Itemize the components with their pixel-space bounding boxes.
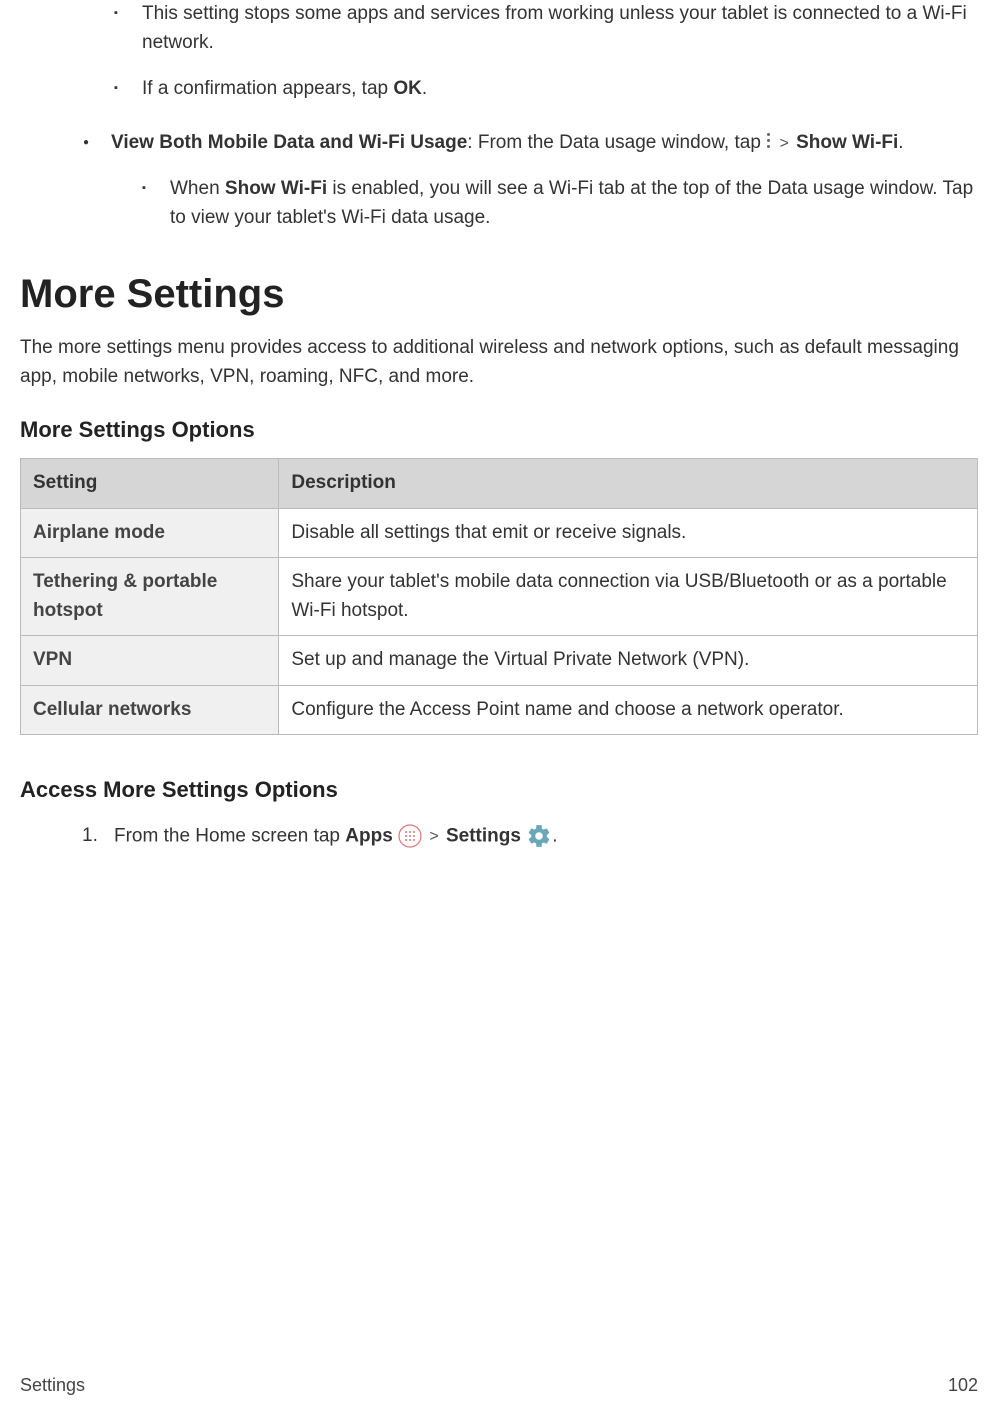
step-item: 1. From the Home screen tap Apps > Setti…: [82, 822, 978, 851]
show-wifi-bold: Show Wi-Fi: [225, 178, 327, 199]
intro-paragraph: The more settings menu provides access t…: [20, 334, 978, 391]
show-wifi-label: Show Wi-Fi: [796, 132, 898, 153]
setting-desc-cell: Disable all settings that emit or receiv…: [279, 508, 978, 558]
bullet-text: This setting stops some apps and service…: [142, 3, 967, 53]
nested-sub-list: When Show Wi-Fi is enabled, you will see…: [48, 175, 978, 232]
more-settings-table: Setting Description Airplane mode Disabl…: [20, 458, 978, 735]
sub-bullet-item: When Show Wi-Fi is enabled, you will see…: [142, 175, 978, 232]
setting-name-cell: VPN: [21, 636, 279, 686]
ok-label: OK: [393, 78, 422, 99]
table-header-setting: Setting: [21, 459, 279, 509]
setting-name-cell: Airplane mode: [21, 508, 279, 558]
more-vert-icon: [766, 133, 772, 151]
chevron-right-text: >: [779, 135, 788, 152]
main-bullet-list: View Both Mobile Data and Wi-Fi Usage: F…: [20, 129, 978, 233]
apps-label: Apps: [345, 825, 393, 846]
section-heading-options: More Settings Options: [20, 413, 978, 446]
sub-text-pre: When: [170, 178, 225, 199]
table-row: VPN Set up and manage the Virtual Privat…: [21, 636, 978, 686]
setting-name-cell: Tethering & portable hotspot: [21, 558, 279, 636]
table-row: Cellular networks Configure the Access P…: [21, 685, 978, 735]
setting-desc-cell: Share your tablet's mobile data connecti…: [279, 558, 978, 636]
sub-bullet-item: This setting stops some apps and service…: [114, 0, 978, 57]
footer-section-name: Settings: [20, 1372, 85, 1399]
step-number: 1.: [82, 822, 98, 851]
page-number: 102: [948, 1372, 978, 1399]
sub-bullet-list-top: This setting stops some apps and service…: [20, 0, 978, 104]
view-both-rest: : From the Data usage window, tap: [467, 132, 766, 153]
view-both-bullet: View Both Mobile Data and Wi-Fi Usage: F…: [83, 129, 978, 233]
sub-bullet-item: If a confirmation appears, tap OK.: [114, 75, 978, 104]
step-text-pre: From the Home screen tap: [114, 825, 345, 846]
step-text-post: .: [552, 825, 557, 846]
gear-icon: [526, 822, 552, 851]
access-steps-list: 1. From the Home screen tap Apps > Setti…: [20, 822, 978, 851]
table-row: Tethering & portable hotspot Share your …: [21, 558, 978, 636]
apps-icon: [398, 822, 422, 851]
setting-desc-cell: Set up and manage the Virtual Private Ne…: [279, 636, 978, 686]
bullet-text: If a confirmation appears, tap: [142, 78, 393, 99]
setting-desc-cell: Configure the Access Point name and choo…: [279, 685, 978, 735]
settings-label: Settings: [446, 825, 521, 846]
view-both-lead: View Both Mobile Data and Wi-Fi Usage: [111, 132, 467, 153]
setting-name-cell: Cellular networks: [21, 685, 279, 735]
table-header-description: Description: [279, 459, 978, 509]
table-row: Airplane mode Disable all settings that …: [21, 508, 978, 558]
chevron-right-text: >: [429, 828, 438, 845]
section-heading-access: Access More Settings Options: [20, 773, 978, 806]
page-footer: Settings 102: [20, 1372, 978, 1399]
page-heading: More Settings: [20, 264, 978, 324]
